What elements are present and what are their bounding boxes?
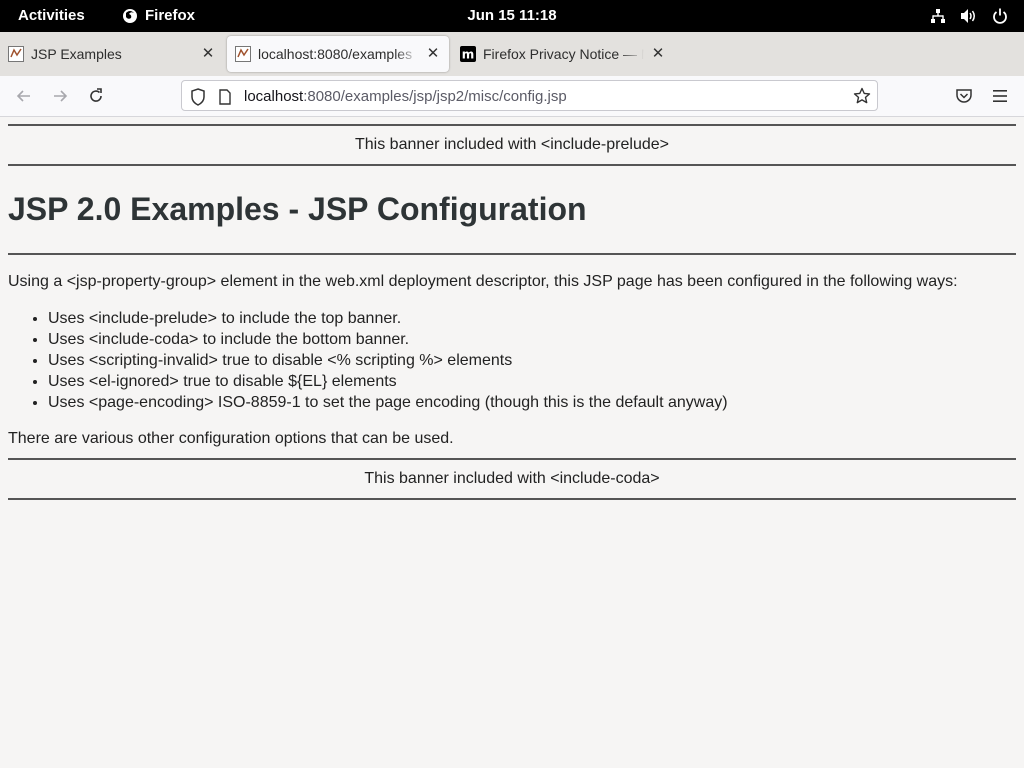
back-button[interactable] (14, 86, 34, 106)
intro-paragraph: Using a <jsp-property-group> element in … (8, 273, 958, 290)
system-top-bar: Activities Firefox Jun 15 11:18 (0, 0, 1024, 32)
mozilla-m-icon: m (460, 46, 476, 62)
power-icon (992, 8, 1008, 24)
volume-icon (960, 8, 978, 24)
close-tab-icon[interactable]: ✕ (425, 46, 441, 62)
app-menu-hamburger[interactable] (990, 86, 1010, 106)
url-text[interactable]: localhost:8080/examples/jsp/jsp2/misc/co… (244, 88, 567, 105)
divider (8, 498, 1016, 500)
list-item: Uses <include-coda> to include the botto… (48, 329, 1016, 350)
url-path: :8080/examples/jsp/jsp2/misc/config.jsp (303, 88, 567, 105)
clock[interactable]: Jun 15 11:18 (0, 7, 1024, 24)
page-title: JSP 2.0 Examples - JSP Configuration (8, 191, 587, 227)
reload-button[interactable] (86, 86, 106, 106)
list-item: Uses <el-ignored> true to disable ${EL} … (48, 371, 1016, 392)
arrow-left-icon (16, 90, 30, 102)
tracking-protection-shield-icon[interactable] (190, 88, 206, 110)
hamburger-menu-icon (993, 90, 1007, 102)
config-list: Uses <include-prelude> to include the to… (8, 308, 1016, 413)
url-host: localhost (244, 88, 304, 105)
tab-title: JSP Examples (31, 46, 122, 62)
page-content: This banner included with <include-prelu… (8, 117, 1016, 500)
navigation-toolbar: localhost:8080/examples/jsp/jsp2/misc/co… (0, 76, 1024, 117)
pocket-button[interactable] (954, 86, 974, 106)
system-tray[interactable] (930, 8, 1008, 24)
tomcat-favicon-icon (235, 46, 251, 62)
outro-paragraph: There are various other configuration op… (8, 430, 454, 447)
address-bar[interactable]: localhost:8080/examples/jsp/jsp2/misc/co… (181, 80, 878, 111)
list-item: Uses <scripting-invalid> true to disable… (48, 350, 1016, 371)
arrow-right-icon (54, 90, 68, 102)
tab-jsp-examples[interactable]: JSP Examples ✕ (0, 36, 224, 72)
divider (8, 253, 1016, 255)
list-item: Uses <page-encoding> ISO-8859-1 to set t… (48, 392, 1016, 413)
close-tab-icon[interactable]: ✕ (650, 46, 666, 62)
page-info-icon[interactable] (218, 89, 232, 109)
forward-button[interactable] (50, 86, 70, 106)
network-icon (930, 8, 946, 24)
close-tab-icon[interactable]: ✕ (200, 46, 216, 62)
svg-text:m: m (462, 48, 475, 62)
prelude-banner: This banner included with <include-prelu… (355, 136, 669, 153)
tab-title: localhost:8080/examples (258, 46, 413, 62)
pocket-icon (956, 89, 972, 103)
list-item: Uses <include-prelude> to include the to… (48, 308, 1016, 329)
tab-config-jsp[interactable]: localhost:8080/examples ✕ (227, 36, 449, 72)
coda-banner: This banner included with <include-coda> (364, 470, 660, 487)
divider (8, 164, 1016, 166)
tab-strip: JSP Examples ✕ localhost:8080/examples ✕… (0, 32, 1024, 94)
tab-title: Firefox Privacy Notice — M (483, 46, 644, 62)
reload-icon (90, 88, 102, 102)
tab-firefox-privacy[interactable]: m Firefox Privacy Notice — M ✕ (452, 36, 674, 72)
bookmark-star-icon[interactable] (853, 87, 871, 109)
tomcat-favicon-icon (8, 46, 24, 62)
